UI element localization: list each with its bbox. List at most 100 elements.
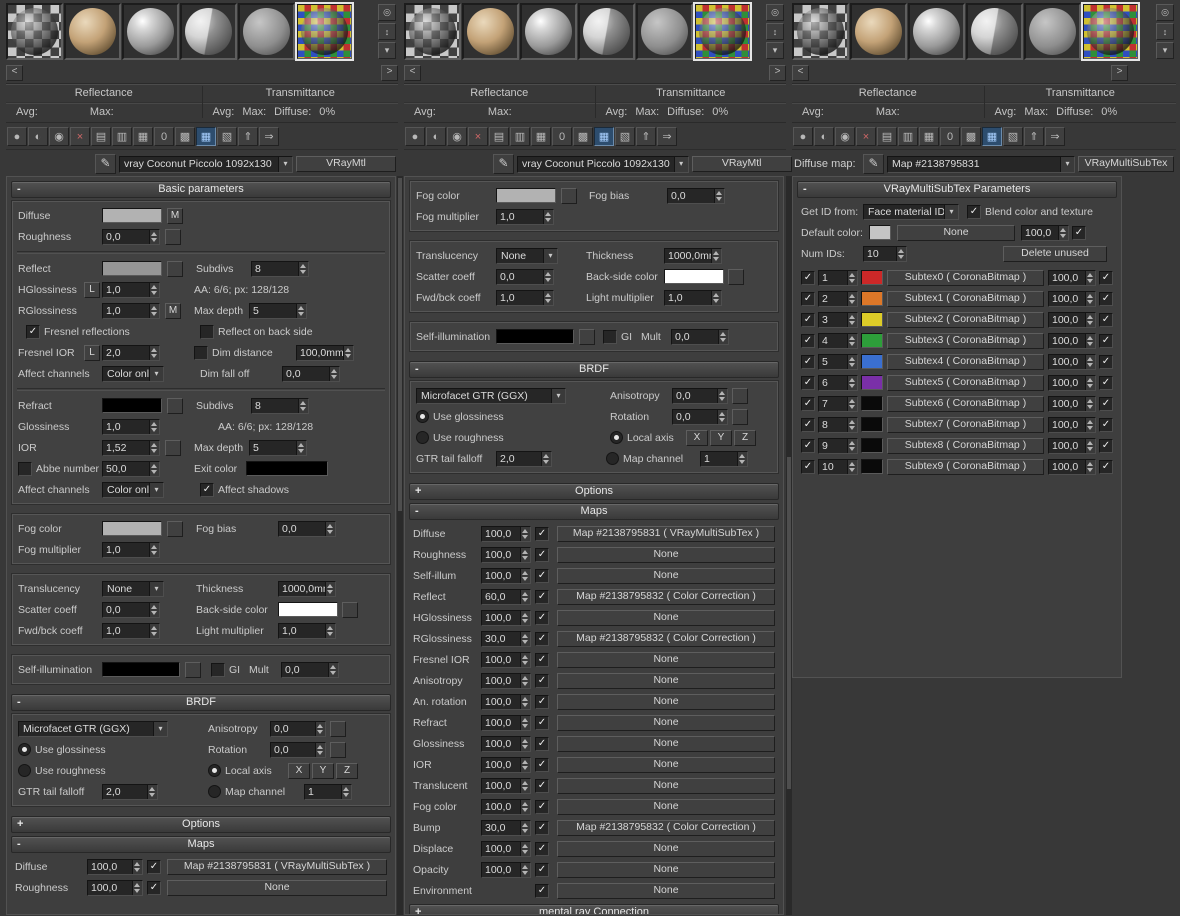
spinner[interactable]: 2,0 — [496, 451, 552, 467]
checkbox-box[interactable]: ✓ — [535, 674, 549, 688]
color-swatch[interactable] — [861, 291, 883, 306]
spinner-down-icon[interactable] — [521, 702, 530, 709]
spinner-arrows[interactable] — [1085, 355, 1095, 369]
dropdown[interactable]: Face material ID▾ — [863, 204, 959, 220]
spinner-down-icon[interactable] — [521, 807, 530, 814]
color-swatch[interactable] — [861, 270, 883, 285]
spinner-arrows[interactable] — [1085, 397, 1095, 411]
spinner-down-icon[interactable] — [521, 849, 530, 856]
spinner-up-icon[interactable] — [1086, 397, 1095, 404]
color-swatch[interactable] — [861, 333, 883, 348]
spinner[interactable]: 0,0 — [496, 269, 554, 285]
map-button[interactable]: None — [557, 736, 775, 752]
checkbox[interactable]: ✓ — [1099, 334, 1113, 348]
spinner-arrows[interactable] — [520, 695, 530, 709]
put-material-to-scene-icon[interactable]: ◐ — [426, 127, 446, 146]
spinner[interactable]: 10 — [818, 459, 858, 475]
spinner-down-icon[interactable] — [326, 529, 335, 536]
spinner[interactable]: 10 — [863, 246, 907, 262]
next-slot-button[interactable]: > — [1111, 65, 1128, 81]
color-swatch[interactable] — [861, 375, 883, 390]
small-button[interactable] — [167, 521, 183, 537]
spinner-arrows[interactable] — [847, 460, 857, 474]
checkbox[interactable]: ✓ — [1099, 397, 1113, 411]
rollout-toggle-icon[interactable]: - — [17, 695, 21, 709]
checkbox-box[interactable]: ✓ — [535, 653, 549, 667]
spinner-arrows[interactable] — [520, 779, 530, 793]
spinner-arrows[interactable] — [543, 291, 553, 305]
spinner[interactable]: 0,0 — [667, 188, 725, 204]
map-button[interactable]: None — [557, 778, 775, 794]
spinner-down-icon[interactable] — [521, 765, 530, 772]
map-button[interactable]: Subtex0 ( CoronaBitmap ) — [887, 270, 1044, 286]
spinner[interactable]: 1,0 — [278, 623, 336, 639]
checkbox[interactable]: ✓Blend color and texture — [967, 205, 1113, 219]
spinner-arrows[interactable] — [711, 291, 721, 305]
spinner-down-icon[interactable] — [150, 427, 159, 434]
spinner-up-icon[interactable] — [521, 779, 530, 786]
map-button[interactable]: Map #2138795832 ( Color Correction ) — [557, 589, 775, 605]
spinner-down-icon[interactable] — [150, 448, 159, 455]
spinner-up-icon[interactable] — [544, 210, 553, 217]
color-swatch[interactable] — [102, 261, 162, 276]
make-unique-icon[interactable]: ▥ — [510, 127, 530, 146]
rollout-toggle-icon[interactable]: - — [17, 182, 21, 196]
spinner-down-icon[interactable] — [542, 459, 551, 466]
color-swatch[interactable] — [869, 225, 891, 240]
spinner-down-icon[interactable] — [1059, 233, 1068, 240]
spinner[interactable]: 8 — [251, 261, 309, 277]
next-slot-button[interactable]: > — [769, 65, 786, 81]
spinner-up-icon[interactable] — [848, 460, 857, 467]
spinner-down-icon[interactable] — [848, 425, 857, 432]
spinner[interactable]: 1 — [304, 784, 352, 800]
checkbox-box[interactable]: ✓ — [535, 527, 549, 541]
spinner-arrows[interactable] — [325, 582, 335, 596]
dropdown[interactable]: None▾ — [496, 248, 558, 264]
sample-slot-menu-icon[interactable]: ▾ — [766, 42, 784, 59]
checkbox-box[interactable]: ✓ — [1072, 226, 1086, 240]
checkbox-box[interactable]: ✓ — [26, 325, 40, 339]
color-swatch[interactable] — [861, 396, 883, 411]
radio-button[interactable]: Local axis — [610, 431, 682, 444]
checkbox[interactable]: GI — [211, 663, 245, 677]
dropdown-arrow-icon[interactable]: ▾ — [1060, 157, 1074, 172]
checkbox[interactable]: ✓Affect shadows — [200, 483, 320, 497]
spinner-up-icon[interactable] — [738, 452, 747, 459]
spinner-up-icon[interactable] — [521, 695, 530, 702]
spinner-arrows[interactable] — [1085, 292, 1095, 306]
checkbox-box[interactable]: ✓ — [801, 271, 815, 285]
spinner-down-icon[interactable] — [738, 459, 747, 466]
radio-dot[interactable] — [208, 764, 221, 777]
spinner-arrows[interactable] — [847, 439, 857, 453]
spinner-arrows[interactable] — [847, 418, 857, 432]
spinner-arrows[interactable] — [520, 863, 530, 877]
spinner-down-icon[interactable] — [521, 786, 530, 793]
spinner-down-icon[interactable] — [150, 290, 159, 297]
spinner-up-icon[interactable] — [521, 653, 530, 660]
spinner-down-icon[interactable] — [521, 744, 530, 751]
checkbox-box[interactable]: ✓ — [1099, 271, 1113, 285]
checkbox[interactable]: ✓ — [535, 737, 549, 751]
spinner-down-icon[interactable] — [150, 469, 159, 476]
spinner-arrows[interactable] — [149, 543, 159, 557]
map-button[interactable]: None — [557, 883, 775, 899]
next-slot-button[interactable]: > — [381, 65, 398, 81]
spinner[interactable]: 1,0 — [102, 303, 160, 319]
small-button[interactable] — [185, 662, 201, 678]
spinner-arrows[interactable] — [543, 210, 553, 224]
small-button[interactable] — [165, 440, 181, 456]
spinner[interactable]: 6 — [818, 375, 858, 391]
checkbox-box[interactable] — [194, 346, 208, 360]
map-button[interactable]: None — [557, 799, 775, 815]
spinner-arrows[interactable] — [896, 247, 906, 261]
spinner-down-icon[interactable] — [344, 353, 353, 360]
spinner[interactable]: 5 — [818, 354, 858, 370]
spinner-arrows[interactable] — [1085, 313, 1095, 327]
spinner-arrows[interactable] — [520, 527, 530, 541]
spinner[interactable]: 1,0 — [664, 290, 722, 306]
dropdown-arrow-icon[interactable]: ▾ — [149, 367, 163, 381]
spinner-down-icon[interactable] — [521, 660, 530, 667]
spinner-up-icon[interactable] — [1086, 355, 1095, 362]
spinner[interactable]: 100,0 — [481, 526, 531, 542]
spinner[interactable]: 100,0 — [1048, 291, 1096, 307]
